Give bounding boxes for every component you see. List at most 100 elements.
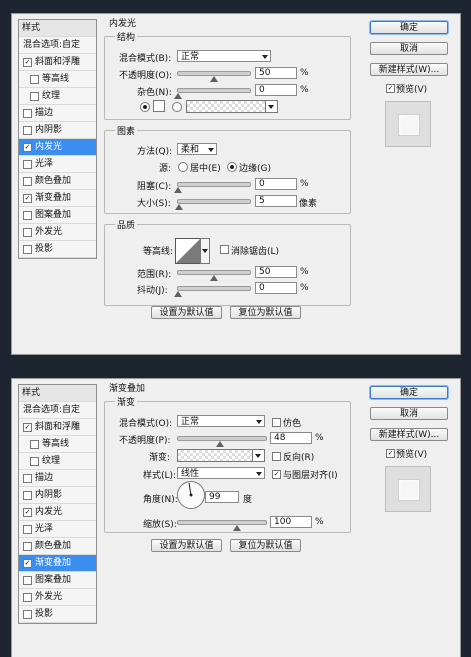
style-item[interactable]: 光泽 <box>19 156 96 173</box>
reverse-checkbox[interactable] <box>272 452 281 461</box>
glow-color-swatch[interactable] <box>153 100 165 112</box>
cancel-button[interactable]: 取消 <box>370 42 448 55</box>
gradient-mode-radio[interactable] <box>172 102 182 112</box>
style-item[interactable]: ✓ 渐变叠加 <box>19 190 96 207</box>
contour-picker-button[interactable] <box>200 238 210 264</box>
source-edge-radio[interactable] <box>227 162 237 172</box>
opacity-slider[interactable] <box>177 71 251 82</box>
preview-checkbox[interactable]: ✓ <box>386 84 395 93</box>
style-item[interactable]: 投影 <box>19 606 96 623</box>
align-with-layer-checkbox[interactable]: ✓ <box>272 470 281 479</box>
jitter-slider-thumb[interactable] <box>174 291 182 297</box>
style-item-checkbox[interactable] <box>30 74 39 84</box>
source-center-radio[interactable] <box>178 162 188 172</box>
gradient-picker-button[interactable] <box>265 100 278 113</box>
color-mode-radio[interactable] <box>140 102 150 112</box>
opacity-slider-thumb[interactable] <box>210 76 218 82</box>
ok-button[interactable]: 确定 <box>370 21 448 34</box>
noise-input[interactable]: 0 <box>255 84 297 96</box>
style-item-checkbox[interactable] <box>23 210 32 220</box>
style-item-checkbox[interactable] <box>30 456 39 466</box>
size-slider-thumb[interactable] <box>175 204 184 210</box>
style-item[interactable]: 纹理 <box>19 88 96 105</box>
style-item[interactable]: 颜色叠加 <box>19 538 96 555</box>
style-item[interactable]: ✓ 渐变叠加 <box>19 555 96 572</box>
contour-preview[interactable] <box>175 238 201 264</box>
opacity-slider-thumb[interactable] <box>216 441 225 447</box>
opacity-slider[interactable] <box>177 436 267 447</box>
anti-alias-checkbox[interactable] <box>220 245 229 254</box>
size-slider[interactable] <box>175 199 251 210</box>
style-item[interactable]: ✓ 斜面和浮雕 <box>19 419 96 436</box>
blend-mode-select[interactable]: 正常 <box>177 415 265 427</box>
blending-options-item[interactable]: 混合选项:自定 <box>19 402 96 419</box>
style-item[interactable]: 外发光 <box>19 589 96 606</box>
new-style-button[interactable]: 新建样式(W)... <box>370 428 448 441</box>
style-item-checkbox[interactable]: ✓ <box>23 507 32 517</box>
style-item[interactable]: 内阴影 <box>19 122 96 139</box>
choke-input[interactable]: 0 <box>255 178 297 190</box>
gradient-picker-button[interactable] <box>252 449 265 462</box>
style-item-checkbox[interactable] <box>23 541 32 551</box>
reset-default-button[interactable]: 复位为默认值 <box>230 306 301 319</box>
gradient-style-select[interactable]: 线性 <box>177 467 265 479</box>
blend-mode-select[interactable]: 正常 <box>177 50 271 62</box>
blending-options-item[interactable]: 混合选项:自定 <box>19 37 96 54</box>
style-item-checkbox[interactable] <box>23 524 32 534</box>
set-default-button[interactable]: 设置为默认值 <box>151 539 222 552</box>
style-item-checkbox[interactable]: ✓ <box>23 422 32 432</box>
style-item-checkbox[interactable] <box>23 473 32 483</box>
style-item[interactable]: 光泽 <box>19 521 96 538</box>
gradient-swatch[interactable] <box>177 449 253 462</box>
style-item[interactable]: 外发光 <box>19 224 96 241</box>
style-item[interactable]: ✓ 内发光 <box>19 504 96 521</box>
style-item[interactable]: 描边 <box>19 470 96 487</box>
jitter-input[interactable]: 0 <box>255 282 297 294</box>
style-item[interactable]: 图案叠加 <box>19 207 96 224</box>
style-item[interactable]: 内阴影 <box>19 487 96 504</box>
style-item[interactable]: 纹理 <box>19 453 96 470</box>
opacity-input[interactable]: 50 <box>255 67 297 79</box>
style-item[interactable]: ✓ 斜面和浮雕 <box>19 54 96 71</box>
style-item[interactable]: 等高线 <box>19 436 96 453</box>
style-item-checkbox[interactable] <box>23 592 32 602</box>
style-item-checkbox[interactable] <box>23 159 32 169</box>
style-item-checkbox[interactable]: ✓ <box>23 57 32 67</box>
scale-input[interactable]: 100 <box>270 516 312 528</box>
style-item[interactable]: 等高线 <box>19 71 96 88</box>
style-item-checkbox[interactable] <box>30 91 39 101</box>
style-item-checkbox[interactable] <box>30 439 39 449</box>
style-item[interactable]: 投影 <box>19 241 96 258</box>
technique-select[interactable]: 柔和 <box>177 143 217 155</box>
style-item-checkbox[interactable] <box>23 244 32 254</box>
style-item-checkbox[interactable] <box>23 490 32 500</box>
jitter-slider[interactable] <box>174 286 251 297</box>
style-item-checkbox[interactable]: ✓ <box>23 142 32 152</box>
ok-button[interactable]: 确定 <box>370 386 448 399</box>
angle-dial[interactable] <box>177 481 205 509</box>
dither-checkbox[interactable] <box>272 418 281 427</box>
style-item-checkbox[interactable] <box>23 609 32 619</box>
reset-default-button[interactable]: 复位为默认值 <box>230 539 301 552</box>
set-default-button[interactable]: 设置为默认值 <box>151 306 222 319</box>
noise-slider-thumb[interactable] <box>174 93 182 99</box>
style-item-checkbox[interactable] <box>23 176 32 186</box>
opacity-input[interactable]: 48 <box>270 432 312 444</box>
style-item-checkbox[interactable] <box>23 575 32 585</box>
cancel-button[interactable]: 取消 <box>370 407 448 420</box>
style-item-checkbox[interactable] <box>23 125 32 135</box>
scale-slider-thumb[interactable] <box>232 525 241 531</box>
style-item[interactable]: 图案叠加 <box>19 572 96 589</box>
style-item[interactable]: 描边 <box>19 105 96 122</box>
range-input[interactable]: 50 <box>255 266 297 278</box>
style-item[interactable]: ✓ 内发光 <box>19 139 96 156</box>
style-item-checkbox[interactable]: ✓ <box>23 558 32 568</box>
style-item[interactable]: 颜色叠加 <box>19 173 96 190</box>
noise-slider[interactable] <box>174 88 251 99</box>
style-item-checkbox[interactable] <box>23 227 32 237</box>
choke-slider[interactable] <box>174 182 251 193</box>
size-input[interactable]: 5 <box>255 195 297 207</box>
choke-slider-thumb[interactable] <box>174 187 182 193</box>
angle-input[interactable]: 99 <box>205 491 239 503</box>
new-style-button[interactable]: 新建样式(W)... <box>370 63 448 76</box>
